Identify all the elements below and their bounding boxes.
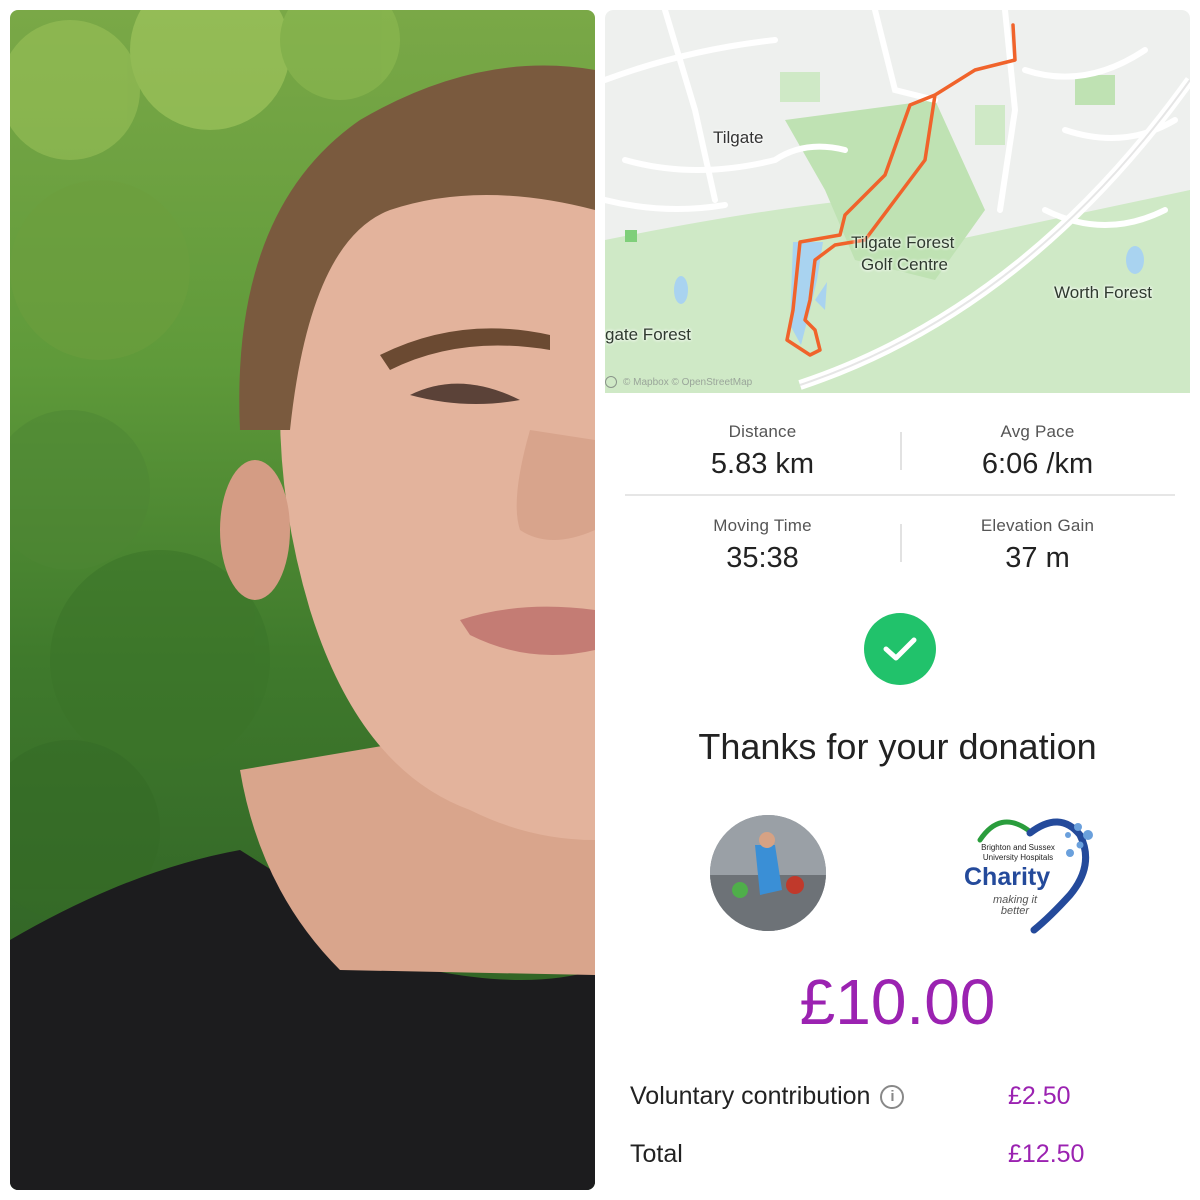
selfie-illustration: [10, 10, 595, 1190]
stat-value: 5.83 km: [710, 448, 815, 480]
divider: [900, 432, 902, 470]
stats-row-2: Moving Time 35:38 Elevation Gain 37 m: [625, 496, 1175, 586]
map-attribution[interactable]: © Mapbox © OpenStreetMap: [605, 376, 752, 388]
charity-subtitle-line1: Brighton and Sussex: [981, 843, 1055, 852]
charity-subtitle: Brighton and Sussex University Hospitals: [963, 843, 1073, 863]
donation-amount: £10.00: [799, 966, 996, 1038]
map-label-tilgate-forest: gate Forest: [605, 325, 691, 344]
mapbox-logo-icon: [605, 376, 617, 388]
map-label-golf-centre: Tilgate Forest Golf Centre: [851, 232, 954, 276]
stat-moving-time: Moving Time 35:38: [625, 496, 900, 586]
success-badge: [864, 613, 936, 685]
map-label-golf-line1: Tilgate Forest: [851, 233, 955, 252]
voluntary-contribution-label: Voluntary contribution: [630, 1082, 871, 1110]
charity-tagline-line2: better: [1000, 905, 1030, 917]
donor-avatar[interactable]: [710, 815, 826, 931]
map-label-worth-forest: Worth Forest: [1054, 283, 1152, 302]
voluntary-contribution-value: £2.50: [1008, 1082, 1071, 1110]
charity-logo[interactable]: Brighton and Sussex University Hospitals…: [950, 805, 1100, 935]
donation-receipt-screen: Tilgate Tilgate Forest Golf Centre Worth…: [605, 10, 1190, 1190]
checkmark-icon: [883, 637, 917, 661]
charity-name: Charity: [964, 863, 1051, 891]
stat-value: 37 m: [1005, 542, 1070, 574]
stat-label: Elevation Gain: [980, 516, 1095, 535]
total-row: Total £12.50: [630, 1140, 1160, 1169]
map-attribution-text: © Mapbox © OpenStreetMap: [623, 376, 753, 388]
stats-row-1: Distance 5.83 km Avg Pace 6:06 /km: [625, 410, 1175, 496]
stat-elevation-gain: Elevation Gain 37 m: [900, 496, 1175, 586]
stat-value: 6:06 /km: [981, 448, 1094, 480]
activity-stats: Distance 5.83 km Avg Pace 6:06 /km Movin…: [625, 410, 1175, 586]
charity-subtitle-line2: University Hospitals: [982, 853, 1054, 862]
divider: [900, 524, 902, 562]
info-icon[interactable]: i: [880, 1084, 905, 1109]
stat-value: 35:38: [726, 542, 799, 574]
confirmation-message: Thanks for your donation: [698, 726, 1097, 767]
stat-label: Moving Time: [713, 516, 812, 535]
stat-distance: Distance 5.83 km: [625, 410, 900, 494]
voluntary-contribution-row: Voluntary contribution i £2.50: [630, 1082, 1160, 1111]
voluntary-contribution-label-group: Voluntary contribution i: [630, 1082, 905, 1111]
total-label: Total: [630, 1140, 683, 1168]
avatar-image: [710, 815, 826, 931]
stat-label: Avg Pace: [1000, 422, 1075, 441]
selfie-photo: [10, 10, 595, 1190]
charity-tagline: making it better: [980, 895, 1050, 917]
stat-avg-pace: Avg Pace 6:06 /km: [900, 410, 1175, 494]
route-map[interactable]: Tilgate Tilgate Forest Golf Centre Worth…: [605, 10, 1190, 393]
map-label-tilgate: Tilgate: [713, 128, 764, 147]
stat-label: Distance: [728, 422, 797, 441]
total-value: £12.50: [1008, 1140, 1085, 1168]
map-graphic: [605, 10, 1190, 393]
map-label-golf-line2: Golf Centre: [861, 255, 948, 274]
